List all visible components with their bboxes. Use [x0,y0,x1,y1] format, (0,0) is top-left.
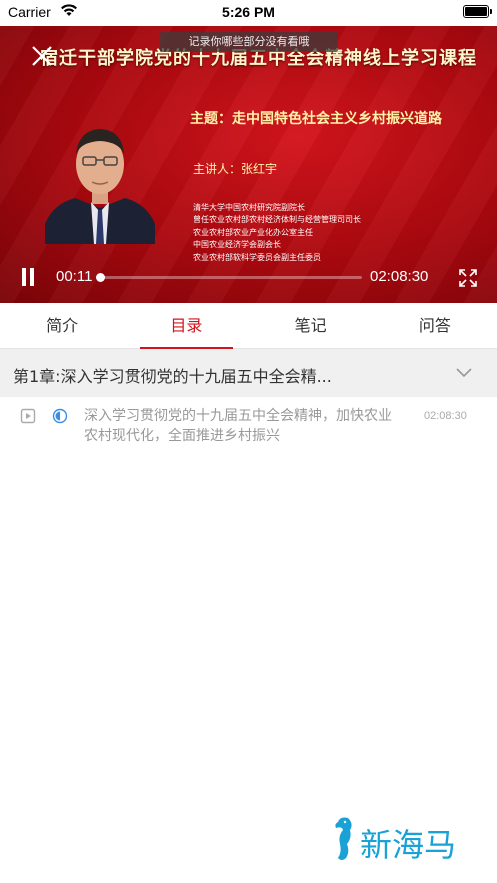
clock: 5:26 PM [222,4,275,20]
chevron-down-icon[interactable] [456,365,472,379]
chapter-title: 第1章:深入学习贯彻党的十九届五中全会精... [13,367,332,386]
close-icon[interactable] [30,44,54,68]
tab-bar: 简介 目录 笔记 问答 [0,303,497,349]
tab-catalog[interactable]: 目录 [124,303,248,349]
watch-tip-banner: 记录你哪些部分没有看哦 [160,32,338,52]
tab-qa[interactable]: 问答 [373,303,497,348]
video-file-icon [20,408,36,424]
video-player[interactable]: 宿迁干部学院党的十九届五中全会精神线上学习课程 记录你哪些部分没有看哦 主题：走… [0,26,497,303]
watermark-logo: 新海马 [330,814,480,866]
lecture-theme: 主题：走中国特色社会主义乡村振兴道路 [190,111,442,127]
lesson-duration: 02:08:30 [424,410,467,422]
status-bar: Carrier 5:26 PM [0,0,497,26]
speaker-bio: 清华大学中国农村研究院副院长 曾任农业农村部农村经济体制与经营管理司司长 农业农… [193,202,361,264]
video-controls: 00:11 02:08:30 [0,260,497,296]
pause-icon[interactable] [20,268,36,286]
tab-intro[interactable]: 简介 [0,303,124,348]
current-time: 00:11 [56,268,93,285]
bio-line: 中国农业经济学会副会长 [193,240,281,250]
speaker-portrait [45,129,155,244]
progress-thumb[interactable] [96,273,106,282]
bio-line: 曾任农业农村部农村经济体制与经营管理司司长 [193,215,361,225]
progress-circle-icon [52,408,68,424]
fullscreen-icon[interactable] [458,268,478,288]
lesson-item[interactable]: 深入学习贯彻党的十九届五中全会精神，加快农业农村现代化，全面推进乡村振兴 02:… [0,397,497,457]
bio-line: 农业农村部农业产业化办公室主任 [193,227,313,237]
lesson-title: 深入学习贯彻党的十九届五中全会精神，加快农业农村现代化，全面推进乡村振兴 [84,408,392,444]
seahorse-icon [335,817,352,860]
progress-slider[interactable] [96,273,362,282]
total-time: 02:08:30 [370,268,429,285]
watermark-text: 新海马 [360,826,457,864]
speaker-name: 主讲人：张红宇 [193,162,278,176]
chapter-header[interactable]: 第1章:深入学习贯彻党的十九届五中全会精... [0,349,497,397]
tab-notes[interactable]: 笔记 [249,303,373,348]
bio-line: 清华大学中国农村研究院副院长 [193,203,305,212]
battery-icon [463,5,492,18]
